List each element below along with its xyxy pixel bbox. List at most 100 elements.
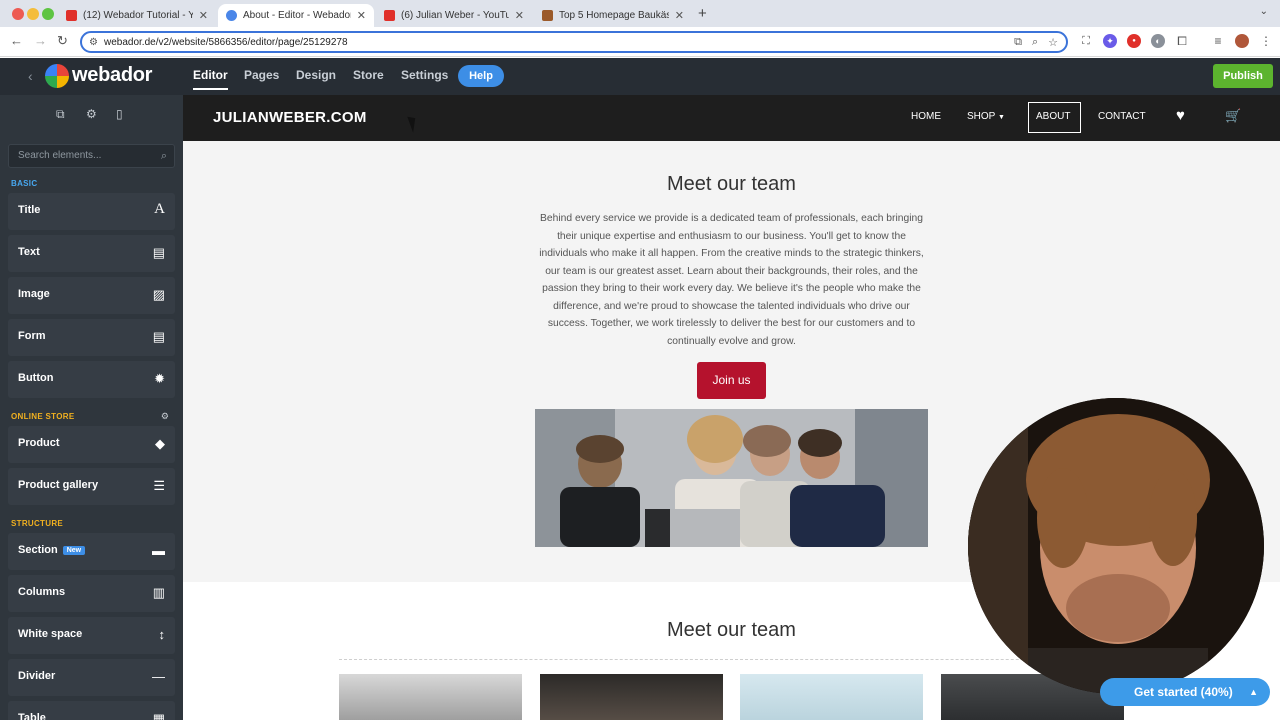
team-member-photo[interactable] xyxy=(339,674,522,720)
nav-editor[interactable]: Editor xyxy=(193,68,228,90)
extension-icon[interactable]: ✦ xyxy=(1103,34,1117,48)
element-button[interactable]: Button ✹ xyxy=(8,361,175,398)
webador-logo: webador xyxy=(72,64,153,86)
maximize-window-button[interactable] xyxy=(42,8,54,20)
close-window-button[interactable] xyxy=(12,8,24,20)
chevron-up-icon: ▲ xyxy=(1249,687,1258,697)
close-tab-icon[interactable]: ✕ xyxy=(675,9,684,22)
publish-button[interactable]: Publish xyxy=(1213,64,1273,88)
site-favicon-icon xyxy=(542,10,553,21)
webcam-person-illustration xyxy=(968,398,1264,694)
site-nav-home[interactable]: HOME xyxy=(911,111,941,122)
element-form[interactable]: Form ▤ xyxy=(8,319,175,356)
get-started-progress-button[interactable]: Get started (40%) ▲ xyxy=(1100,678,1270,706)
section-icon: ▬ xyxy=(152,543,165,558)
forward-icon[interactable]: → xyxy=(34,33,47,48)
site-nav-about[interactable]: ABOUT xyxy=(1036,111,1070,122)
element-divider[interactable]: Divider — xyxy=(8,659,175,696)
element-table[interactable]: Table ▦ xyxy=(8,701,175,720)
nav-pages[interactable]: Pages xyxy=(244,68,279,82)
bookmark-star-icon[interactable]: ☆ xyxy=(1048,36,1058,49)
browser-tab[interactable]: Top 5 Homepage Baukästen ✕ xyxy=(534,4,692,27)
sidebar-toolbar: ⧉ ⚙ ▯ xyxy=(0,95,183,135)
columns-icon: ▥ xyxy=(152,585,165,600)
team-photo[interactable] xyxy=(535,409,928,547)
browser-tab-active[interactable]: About - Editor - Webador ✕ xyxy=(218,4,374,27)
close-tab-icon[interactable]: ✕ xyxy=(515,9,524,22)
site-info-icon[interactable]: ⚙ xyxy=(89,37,98,48)
title-icon: A xyxy=(154,201,165,217)
element-image[interactable]: Image ▨ xyxy=(8,277,175,314)
extension-icon[interactable]: ◐ xyxy=(1151,34,1165,48)
new-tab-icon[interactable]: + xyxy=(698,5,707,22)
team-photo-illustration xyxy=(535,409,928,547)
reading-list-icon[interactable]: ≡ xyxy=(1211,34,1225,48)
youtube-favicon-icon xyxy=(66,10,77,21)
profile-avatar[interactable] xyxy=(1235,34,1249,48)
team-member-photo[interactable] xyxy=(540,674,723,720)
element-columns[interactable]: Columns ▥ xyxy=(8,575,175,612)
external-link-icon[interactable]: ⧉ xyxy=(56,107,65,122)
element-title[interactable]: Title A xyxy=(8,193,175,230)
site-nav-contact[interactable]: CONTACT xyxy=(1098,111,1146,122)
zoom-icon[interactable]: ⌕ xyxy=(1032,36,1038,49)
settings-gear-icon[interactable]: ⚙ xyxy=(86,107,97,121)
team-member-photo[interactable] xyxy=(740,674,923,720)
tag-icon: ◆ xyxy=(155,436,165,451)
wishlist-heart-icon[interactable]: ♥ xyxy=(1176,107,1185,124)
back-chevron-icon[interactable]: ‹ xyxy=(28,68,33,84)
join-us-button[interactable]: Join us xyxy=(697,362,766,399)
url-input[interactable]: ⚙ webador.de/v2/website/5866356/editor/p… xyxy=(80,31,1068,53)
browser-tab-strip: (12) Webador Tutorial - YouTube ✕ About … xyxy=(0,0,1280,27)
browser-tab[interactable]: (6) Julian Weber - YouTube ✕ xyxy=(376,4,532,27)
site-nav-shop[interactable]: SHOP ▼ xyxy=(967,111,1005,122)
editor-top-bar: ‹ xyxy=(0,58,1280,95)
element-product[interactable]: Product ◆ xyxy=(8,426,175,463)
image-icon: ▨ xyxy=(152,287,165,302)
nav-settings[interactable]: Settings xyxy=(401,68,448,82)
element-white-space[interactable]: White space ↕ xyxy=(8,617,175,654)
section-label-basic: BASIC xyxy=(11,179,38,188)
nav-store[interactable]: Store xyxy=(353,68,384,82)
section-label-structure: STRUCTURE xyxy=(11,519,64,528)
youtube-favicon-icon xyxy=(384,10,395,21)
nav-design[interactable]: Design xyxy=(296,68,336,82)
browser-tab[interactable]: (12) Webador Tutorial - YouTube ✕ xyxy=(58,4,216,27)
team-heading[interactable]: Meet our team xyxy=(183,173,1280,196)
reload-icon[interactable]: ↻ xyxy=(57,33,68,49)
search-icon: ⌕ xyxy=(160,150,167,162)
whitespace-icon: ↕ xyxy=(158,627,166,642)
mobile-preview-icon[interactable]: ▯ xyxy=(116,107,123,121)
text-icon: ▤ xyxy=(152,245,165,260)
install-icon[interactable]: ⧉ xyxy=(1014,36,1022,49)
webador-logo-icon xyxy=(45,64,69,88)
list-icon: ☰ xyxy=(153,478,165,493)
element-product-gallery[interactable]: Product gallery ☰ xyxy=(8,468,175,505)
table-icon: ▦ xyxy=(152,711,165,720)
help-button[interactable]: Help xyxy=(458,65,504,87)
minimize-window-button[interactable] xyxy=(27,8,39,20)
cart-icon[interactable]: 🛒 xyxy=(1225,108,1241,124)
webcam-overlay xyxy=(968,398,1264,694)
search-elements-input[interactable]: Search elements... ⌕ xyxy=(8,144,175,168)
webador-favicon-icon xyxy=(226,10,237,21)
site-header: JULIANWEBER.COM HOME SHOP ▼ ABOUT CONTAC… xyxy=(183,95,1280,141)
element-text[interactable]: Text ▤ xyxy=(8,235,175,272)
element-section[interactable]: Section New ▬ xyxy=(8,533,175,570)
team-paragraph[interactable]: Behind every service we provide is a ded… xyxy=(535,210,928,350)
dashed-divider xyxy=(339,659,1124,660)
record-extension-icon[interactable]: ● xyxy=(1127,34,1141,48)
extensions-puzzle-icon[interactable]: ⧠ xyxy=(1175,34,1189,48)
divider-icon: — xyxy=(152,669,165,684)
browser-menu-icon[interactable]: ⋮ xyxy=(1259,34,1273,48)
close-tab-icon[interactable]: ✕ xyxy=(357,9,366,22)
site-title[interactable]: JULIANWEBER.COM xyxy=(213,109,367,126)
close-tab-icon[interactable]: ✕ xyxy=(199,9,208,22)
back-icon[interactable]: ← xyxy=(10,33,23,48)
button-icon: ✹ xyxy=(154,371,165,386)
screenshot-extension-icon[interactable]: ⛶ xyxy=(1079,34,1093,48)
mouse-cursor-icon xyxy=(407,114,420,133)
tab-search-chevron-icon[interactable]: ⌄ xyxy=(1260,6,1268,17)
section-label-online-store: ONLINE STORE xyxy=(11,412,75,421)
store-settings-gear-icon[interactable]: ⚙ xyxy=(161,411,169,422)
